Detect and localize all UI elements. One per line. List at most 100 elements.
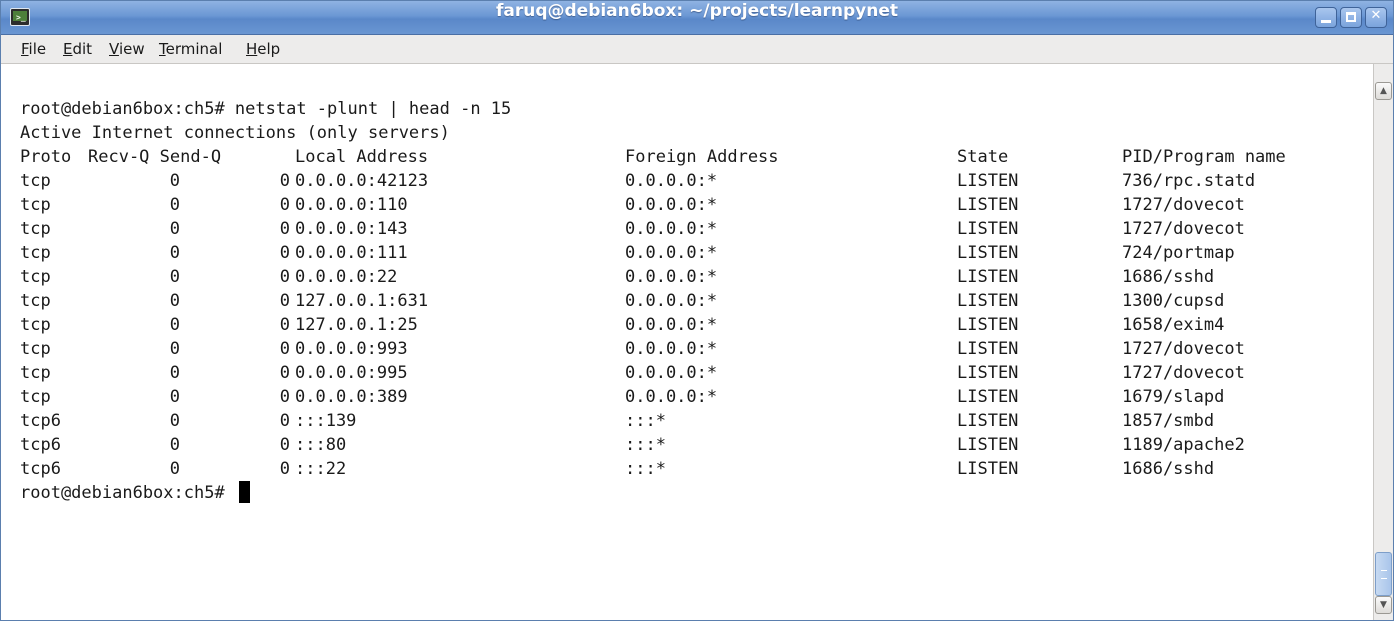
header-foreign-address: Foreign Address: [625, 147, 779, 167]
cell-state: LISTEN: [957, 387, 1019, 407]
cell-state: LISTEN: [957, 339, 1019, 359]
table-row: tcp 0 0 0.0.0.0:110 0.0.0.0:* LISTEN 1727/dove…: [20, 193, 1360, 217]
cell-send-q: 0: [279, 435, 290, 455]
terminal-output[interactable]: root@debian6box:ch5# netstat -plunt | he…: [1, 64, 1373, 620]
cell-local-address: 0.0.0.0:110: [295, 195, 408, 215]
table-header: Proto Recv-Q Send-Q Local Address Foreig…: [20, 145, 1360, 169]
table-row: tcp 0 0 0.0.0.0:42123 0.0.0.0:* LISTEN 736/rpc…: [20, 169, 1360, 193]
cell-send-q: 0: [279, 243, 290, 263]
header-proto: Proto: [20, 147, 72, 167]
header-local-address: Local Address: [295, 147, 429, 167]
minimize-icon: [1321, 20, 1331, 23]
menu-bar: File Edit View Terminal Help: [1, 35, 1393, 64]
cell-foreign-address: 0.0.0.0:*: [625, 171, 718, 191]
table-row: tcp 0 0 0.0.0.0:22 0.0.0.0:* LISTEN 1686/sshd: [20, 265, 1360, 289]
menu-file[interactable]: File: [21, 35, 46, 63]
menu-help[interactable]: Help: [246, 35, 280, 63]
cell-pid-program: 724/portmap: [1122, 243, 1235, 263]
cell-foreign-address: 0.0.0.0:*: [625, 339, 718, 359]
scroll-down-button[interactable]: ▼: [1375, 596, 1392, 614]
cell-send-q: 0: [279, 387, 290, 407]
cell-send-q: 0: [279, 315, 290, 335]
cell-state: LISTEN: [957, 171, 1019, 191]
cell-local-address: :::139: [295, 411, 357, 431]
table-row: tcp 0 0 127.0.0.1:631 0.0.0.0:* LISTEN 1300/cu…: [20, 289, 1360, 313]
maximize-button[interactable]: [1340, 7, 1362, 28]
cell-foreign-address: 0.0.0.0:*: [625, 195, 718, 215]
window-title: faruq@debian6box: ~/projects/learnpynet: [495, 1, 899, 21]
table-row: tcp6 0 0:::80:::* LISTEN 1189/apache2: [20, 433, 1360, 457]
cell-local-address: 0.0.0.0:143: [295, 219, 408, 239]
cell-local-address: :::80: [295, 435, 347, 455]
cell-foreign-address: 0.0.0.0:*: [625, 363, 718, 383]
cell-send-q: 0: [279, 411, 290, 431]
cell-state: LISTEN: [957, 459, 1019, 479]
cell-pid-program: 1658/exim4: [1122, 315, 1225, 335]
minimize-button[interactable]: [1315, 7, 1337, 28]
cell-send-q: 0: [279, 363, 290, 383]
table-row: tcp6 0 0:::22:::* LISTEN 1686/sshd: [20, 457, 1360, 481]
cell-foreign-address: :::*: [625, 435, 666, 455]
cell-foreign-address: 0.0.0.0:*: [625, 291, 718, 311]
table-row: tcp6 0 0:::139:::* LISTEN 1857/smbd: [20, 409, 1360, 433]
cell-pid-program: 1300/cupsd: [1122, 291, 1225, 311]
table-row: tcp 0 0 0.0.0.0:111 0.0.0.0:* LISTEN 724/portm…: [20, 241, 1360, 265]
grip-icon: [1381, 570, 1387, 579]
header-state: State: [957, 147, 1009, 167]
header-pid-program: PID/Program name: [1122, 147, 1286, 167]
cell-send-q: 0: [279, 219, 290, 239]
scrollbar-thumb[interactable]: [1375, 552, 1392, 596]
cell-state: LISTEN: [957, 435, 1019, 455]
cell-state: LISTEN: [957, 267, 1019, 287]
cell-state: LISTEN: [957, 243, 1019, 263]
cell-foreign-address: 0.0.0.0:*: [625, 267, 718, 287]
cell-state: LISTEN: [957, 195, 1019, 215]
cell-state: LISTEN: [957, 363, 1019, 383]
cell-state: LISTEN: [957, 291, 1019, 311]
close-button[interactable]: ✕: [1365, 7, 1387, 28]
cell-send-q: 0: [279, 171, 290, 191]
cell-local-address: 127.0.0.1:631: [295, 291, 429, 311]
title-bar[interactable]: >_ faruq@debian6box: ~/projects/learnpyn…: [1, 1, 1393, 35]
cell-foreign-address: 0.0.0.0:*: [625, 315, 718, 335]
table-row: tcp 0 0 0.0.0.0:143 0.0.0.0:* LISTEN 1727/dove…: [20, 217, 1360, 241]
cell-state: LISTEN: [957, 219, 1019, 239]
table-row: tcp 0 0 0.0.0.0:993 0.0.0.0:* LISTEN 1727/dove…: [20, 337, 1360, 361]
header-recv-send: Recv-Q Send-Q: [88, 147, 222, 167]
menu-view[interactable]: View: [109, 35, 145, 63]
cell-local-address: 0.0.0.0:995: [295, 363, 408, 383]
cell-local-address: :::22: [295, 459, 347, 479]
cell-foreign-address: 0.0.0.0:*: [625, 219, 718, 239]
cell-send-q: 0: [279, 291, 290, 311]
cell-pid-program: 1727/dovecot: [1122, 339, 1245, 359]
cell-local-address: 0.0.0.0:22: [295, 267, 398, 287]
menu-terminal[interactable]: Terminal: [159, 35, 222, 63]
cell-pid-program: 1686/sshd: [1122, 267, 1215, 287]
cell-local-address: 127.0.0.1:25: [295, 315, 418, 335]
table-row: tcp 0 0 0.0.0.0:995 0.0.0.0:* LISTEN 1727/dove…: [20, 361, 1360, 385]
scroll-down-arrow-icon: ▼: [1380, 600, 1387, 610]
cell-pid-program: 736/rpc.statd: [1122, 171, 1256, 191]
cell-foreign-address: :::*: [625, 459, 666, 479]
cell-state: LISTEN: [957, 315, 1019, 335]
cell-pid-program: 1686/sshd: [1122, 459, 1215, 479]
cell-pid-program: 1727/dovecot: [1122, 363, 1245, 383]
cell-local-address: 0.0.0.0:993: [295, 339, 408, 359]
cell-pid-program: 1727/dovecot: [1122, 195, 1245, 215]
cell-foreign-address: :::*: [625, 411, 666, 431]
table-row: tcp 0 0 0.0.0.0:389 0.0.0.0:* LISTEN 1679/slap…: [20, 385, 1360, 409]
cell-state: LISTEN: [957, 411, 1019, 431]
menu-edit[interactable]: Edit: [63, 35, 92, 63]
cell-local-address: 0.0.0.0:389: [295, 387, 408, 407]
cell-send-q: 0: [279, 195, 290, 215]
close-icon: ✕: [1370, 8, 1382, 23]
maximize-icon: [1346, 12, 1356, 22]
cell-pid-program: 1679/slapd: [1122, 387, 1225, 407]
cell-foreign-address: 0.0.0.0:*: [625, 243, 718, 263]
cell-send-q: 0: [279, 339, 290, 359]
cell-pid-program: 1857/smbd: [1122, 411, 1215, 431]
cell-local-address: 0.0.0.0:42123: [295, 171, 429, 191]
scroll-up-arrow-icon: ▲: [1380, 86, 1387, 96]
vertical-scrollbar[interactable]: ▲ ▼: [1373, 64, 1393, 620]
scroll-up-button[interactable]: ▲: [1375, 82, 1392, 100]
